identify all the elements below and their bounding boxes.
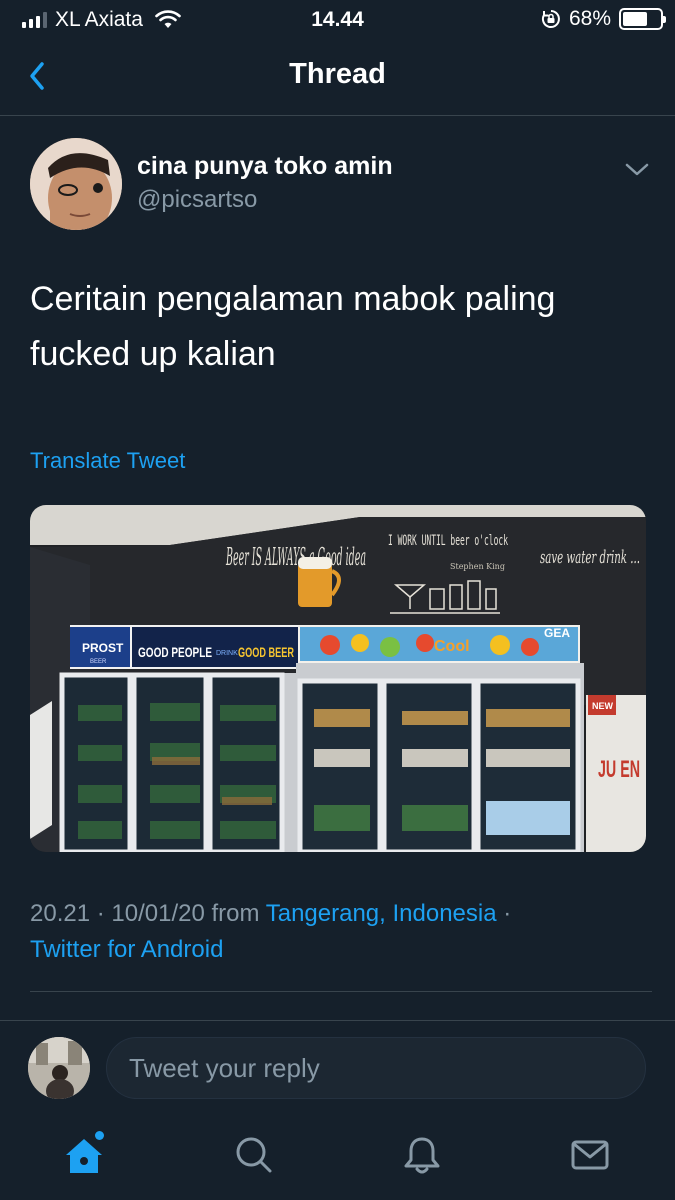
brand-prost-sub: BEER — [90, 659, 107, 665]
photo-content: Beer IS ALWAYS a Good idea I WORK UNTIL … — [30, 505, 646, 852]
water-sign-text: save water drink ... — [540, 547, 640, 568]
bell-icon — [404, 1137, 440, 1174]
location-link[interactable]: Tangerang, Indonesia — [266, 900, 497, 927]
tab-messages[interactable] — [568, 1133, 612, 1177]
chevron-down-icon — [625, 163, 649, 176]
page-title: Thread — [289, 58, 386, 90]
mail-icon — [571, 1140, 609, 1170]
tweet-timestamp: 20.21 · 10/01/20 from — [30, 900, 266, 927]
banner-drink: DRINK — [216, 650, 238, 657]
banner-gea: GEA — [544, 626, 570, 640]
avatar-image — [30, 138, 122, 230]
tweet-meta: 20.21 · 10/01/20 from Tangerang, Indones… — [30, 896, 650, 968]
banner-good-people: GOOD PEOPLE — [138, 644, 212, 660]
author-handle[interactable]: @picsartso — [137, 186, 257, 214]
clock-sign-credit: Stephen King — [450, 562, 505, 571]
rotation-lock-icon — [541, 10, 560, 28]
banner-good-beer: GOOD BEER — [238, 644, 294, 660]
author-avatar[interactable] — [30, 138, 122, 230]
battery-icon — [619, 8, 666, 30]
battery-level — [623, 12, 648, 26]
brand-prost-text: PROST — [82, 641, 124, 655]
reply-input[interactable]: Tweet your reply — [106, 1037, 646, 1099]
tab-notifications[interactable] — [400, 1133, 444, 1177]
user-avatar[interactable] — [28, 1037, 90, 1099]
tweet-text: Ceritain pengalaman mabok paling fucked … — [30, 280, 556, 373]
status-bar: XL Axiata 14.44 68% — [0, 0, 675, 38]
search-icon — [236, 1137, 272, 1173]
meta-separator: · — [496, 900, 512, 927]
tab-home[interactable] — [62, 1131, 106, 1177]
notification-dot — [95, 1131, 104, 1140]
tab-bar — [0, 1115, 675, 1200]
tweet-options-button[interactable] — [622, 156, 652, 182]
tab-search[interactable] — [232, 1133, 276, 1177]
translate-tweet-link[interactable]: Translate Tweet — [30, 448, 185, 474]
clock-sign-text: I WORK UNTIL beer o'clock — [388, 533, 508, 549]
battery-percent: 68% — [568, 7, 611, 30]
poster-text: JU EN — [598, 756, 640, 783]
tweet-photo[interactable]: Beer IS ALWAYS a Good idea I WORK UNTIL … — [30, 505, 646, 852]
banner-cool: Cool — [434, 638, 470, 655]
beer-sign-text: Beer IS ALWAYS a Good idea — [226, 543, 366, 571]
author-display-name[interactable]: cina punya toko amin — [137, 152, 393, 181]
nav-header: Thread — [0, 38, 675, 116]
user-avatar-image — [28, 1037, 90, 1099]
poster-new: NEW — [592, 701, 614, 711]
status-right: 68% — [541, 7, 666, 31]
divider — [30, 991, 652, 992]
source-link[interactable]: Twitter for Android — [30, 936, 223, 963]
reply-bar: Tweet your reply — [0, 1020, 675, 1115]
